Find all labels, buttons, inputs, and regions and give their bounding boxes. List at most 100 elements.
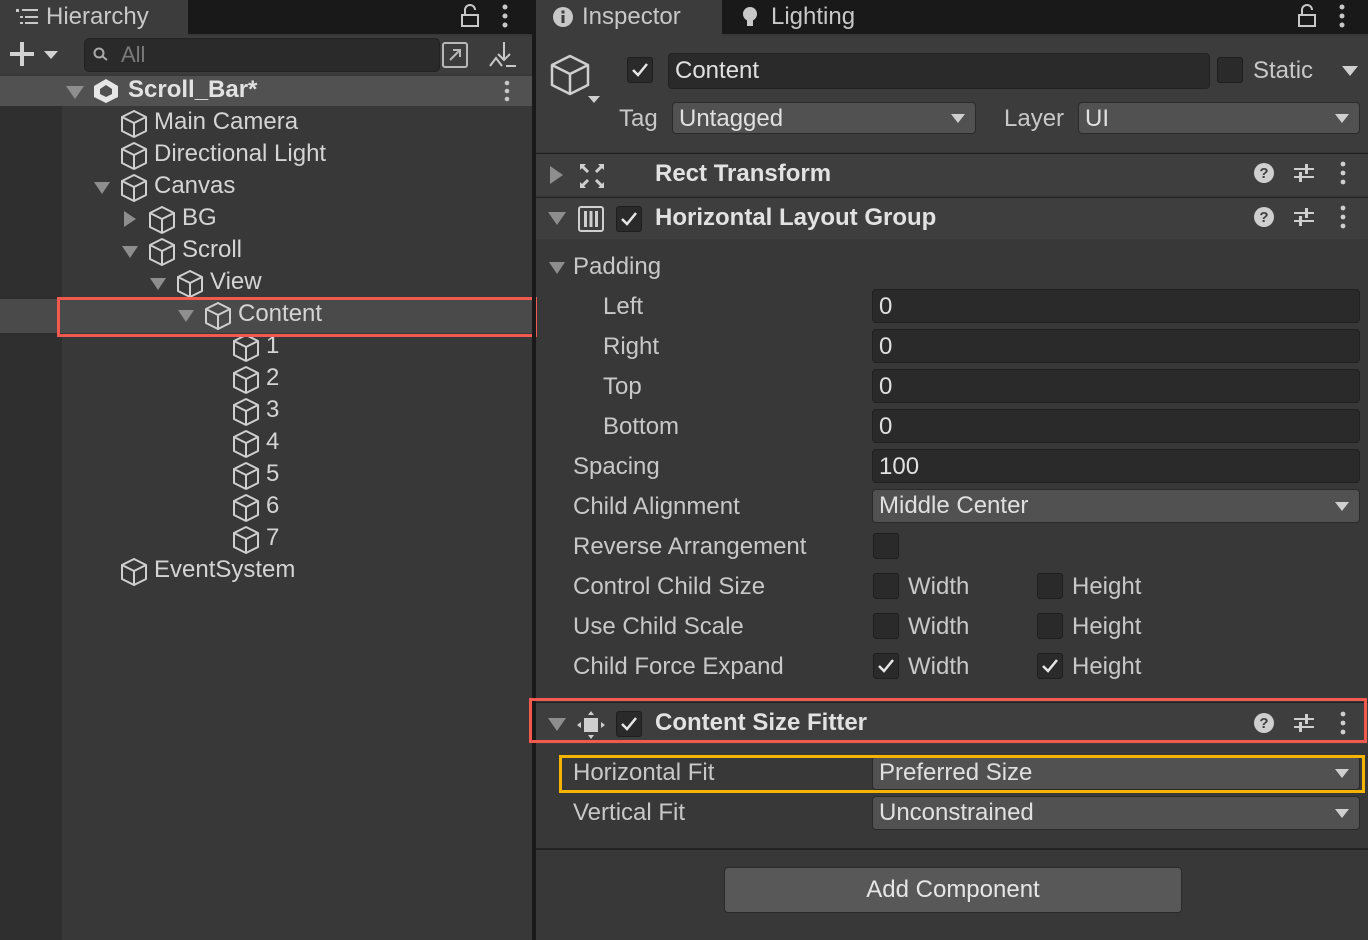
help-icon[interactable]: ? [1253,206,1275,228]
create-add-icon[interactable] [10,42,62,66]
help-icon[interactable]: ? [1253,162,1275,184]
gameobject-cube-icon[interactable] [548,54,604,106]
checkmark-icon [1042,659,1058,673]
padding-bottom-field[interactable]: 0 [872,409,1360,443]
spacing-field[interactable]: 100 [872,449,1360,483]
layer-value: UI [1085,105,1109,132]
padding-left-label: Left [603,293,644,320]
static-checkbox[interactable] [1217,57,1243,83]
control-child-size-width-checkbox[interactable] [873,573,899,599]
component-more-icon[interactable] [1338,711,1348,735]
component-horizontal-layout-group[interactable]: Horizontal Layout Group [536,197,1368,239]
presets-icon[interactable] [1292,712,1316,734]
highlight-box-content-row [57,297,537,337]
highlight-box-horizontal-fit [559,755,1365,793]
inspector-more-icon[interactable] [1337,4,1347,28]
component-more-icon[interactable] [1338,161,1348,185]
tab-lighting[interactable]: Lighting [738,0,918,34]
hierarchy-item[interactable]: 6 [0,492,532,524]
hierarchy-item[interactable]: Directional Light [0,140,532,172]
unity-scene-icon [94,79,118,103]
gameobject-cube-icon [233,430,259,458]
rect-transform-icon [579,163,605,189]
tab-hierarchy[interactable]: Hierarchy [0,0,188,36]
inspector-lock-icon[interactable] [1297,4,1317,28]
scene-row[interactable]: Scroll_Bar* [0,76,532,106]
hierarchy-item[interactable]: View [0,268,532,300]
collapse-arrow-icon[interactable] [150,278,166,290]
gameobject-name-field[interactable]: Content [668,53,1210,89]
hierarchy-item[interactable]: EventSystem [0,556,532,588]
sort-icon[interactable] [486,40,518,70]
hierarchy-item-label: Scroll [182,236,243,263]
gameobject-cube-icon [233,398,259,426]
more-options-icon[interactable] [500,4,510,28]
presets-icon[interactable] [1292,162,1316,184]
gameobject-cube-icon [121,110,147,138]
component-rect-transform[interactable]: Rect Transform [536,153,1368,195]
expand-arrow-icon[interactable] [66,86,84,99]
hierarchy-item[interactable]: Canvas [0,172,532,204]
control-child-size-height-label: Height [1072,573,1142,600]
presets-icon[interactable] [1292,206,1316,228]
padding-top-field[interactable]: 0 [872,369,1360,403]
hierarchy-item[interactable]: 7 [0,524,532,556]
add-component-label: Add Component [866,876,1040,903]
gameobject-active-checkbox[interactable] [627,57,653,83]
child-alignment-dropdown[interactable]: Middle Center [872,489,1360,523]
layer-dropdown[interactable]: UI [1078,102,1360,134]
use-child-scale-height-checkbox[interactable] [1037,613,1063,639]
hierarchy-item[interactable]: 2 [0,364,532,396]
expand-arrow-icon[interactable] [124,211,136,227]
padding-right-field[interactable]: 0 [872,329,1360,363]
hierarchy-item-label: 4 [266,428,280,455]
child-force-expand-width-checkbox[interactable] [873,653,899,679]
tag-dropdown[interactable]: Untagged [672,102,976,134]
layer-label: Layer [1004,105,1065,132]
static-dropdown-arrow-icon[interactable] [1342,66,1358,76]
hierarchy-item[interactable]: 4 [0,428,532,460]
padding-label: Padding [573,253,662,280]
static-label: Static [1253,57,1314,84]
hierarchy-item[interactable]: 3 [0,396,532,428]
padding-left-field[interactable]: 0 [872,289,1360,323]
help-icon[interactable]: ? [1253,712,1275,734]
component-more-icon[interactable] [1338,205,1348,229]
tab-inspector[interactable]: Inspector [536,0,722,36]
child-force-expand-width-label: Width [908,653,970,680]
hierarchy-item-label: Directional Light [154,140,327,167]
hierarchy-item[interactable]: Main Camera [0,108,532,140]
scene-visibility-icon[interactable] [441,41,471,69]
hierarchy-item[interactable]: Scroll [0,236,532,268]
lock-icon[interactable] [460,4,480,28]
collapse-arrow-icon[interactable] [94,182,110,194]
collapse-arrow-icon[interactable] [122,246,138,258]
child-force-expand-height-label: Height [1072,653,1142,680]
hlg-enabled-checkbox[interactable] [616,206,642,232]
tab-inspector-label: Inspector [582,3,681,30]
scene-more-icon[interactable] [502,80,512,102]
use-child-scale-width-checkbox[interactable] [873,613,899,639]
search-input[interactable]: All [84,38,468,72]
padding-bottom-value: 0 [879,413,893,440]
reverse-arrangement-checkbox[interactable] [873,533,899,559]
control-child-size-height-checkbox[interactable] [1037,573,1063,599]
expand-arrow-icon[interactable] [550,166,563,184]
child-alignment-label: Child Alignment [573,493,740,520]
collapse-arrow-icon[interactable] [548,212,566,225]
child-force-expand-height-checkbox[interactable] [1037,653,1063,679]
lightbulb-icon [743,7,757,26]
vertical-fit-dropdown[interactable]: Unconstrained [872,796,1360,830]
hierarchy-item[interactable]: 5 [0,460,532,492]
add-component-button[interactable]: Add Component [724,867,1182,913]
hierarchy-item[interactable]: BG [0,204,532,236]
vertical-fit-label: Vertical Fit [573,799,686,826]
tag-label: Tag [619,105,658,132]
horizontal-layout-icon [578,206,604,232]
spacing-label: Spacing [573,453,660,480]
chevron-down-icon [1335,114,1349,123]
svg-text:?: ? [1259,165,1268,182]
gameobject-cube-icon [233,494,259,522]
hierarchy-item-label: 5 [266,460,280,487]
padding-collapse-arrow-icon[interactable] [549,262,565,274]
